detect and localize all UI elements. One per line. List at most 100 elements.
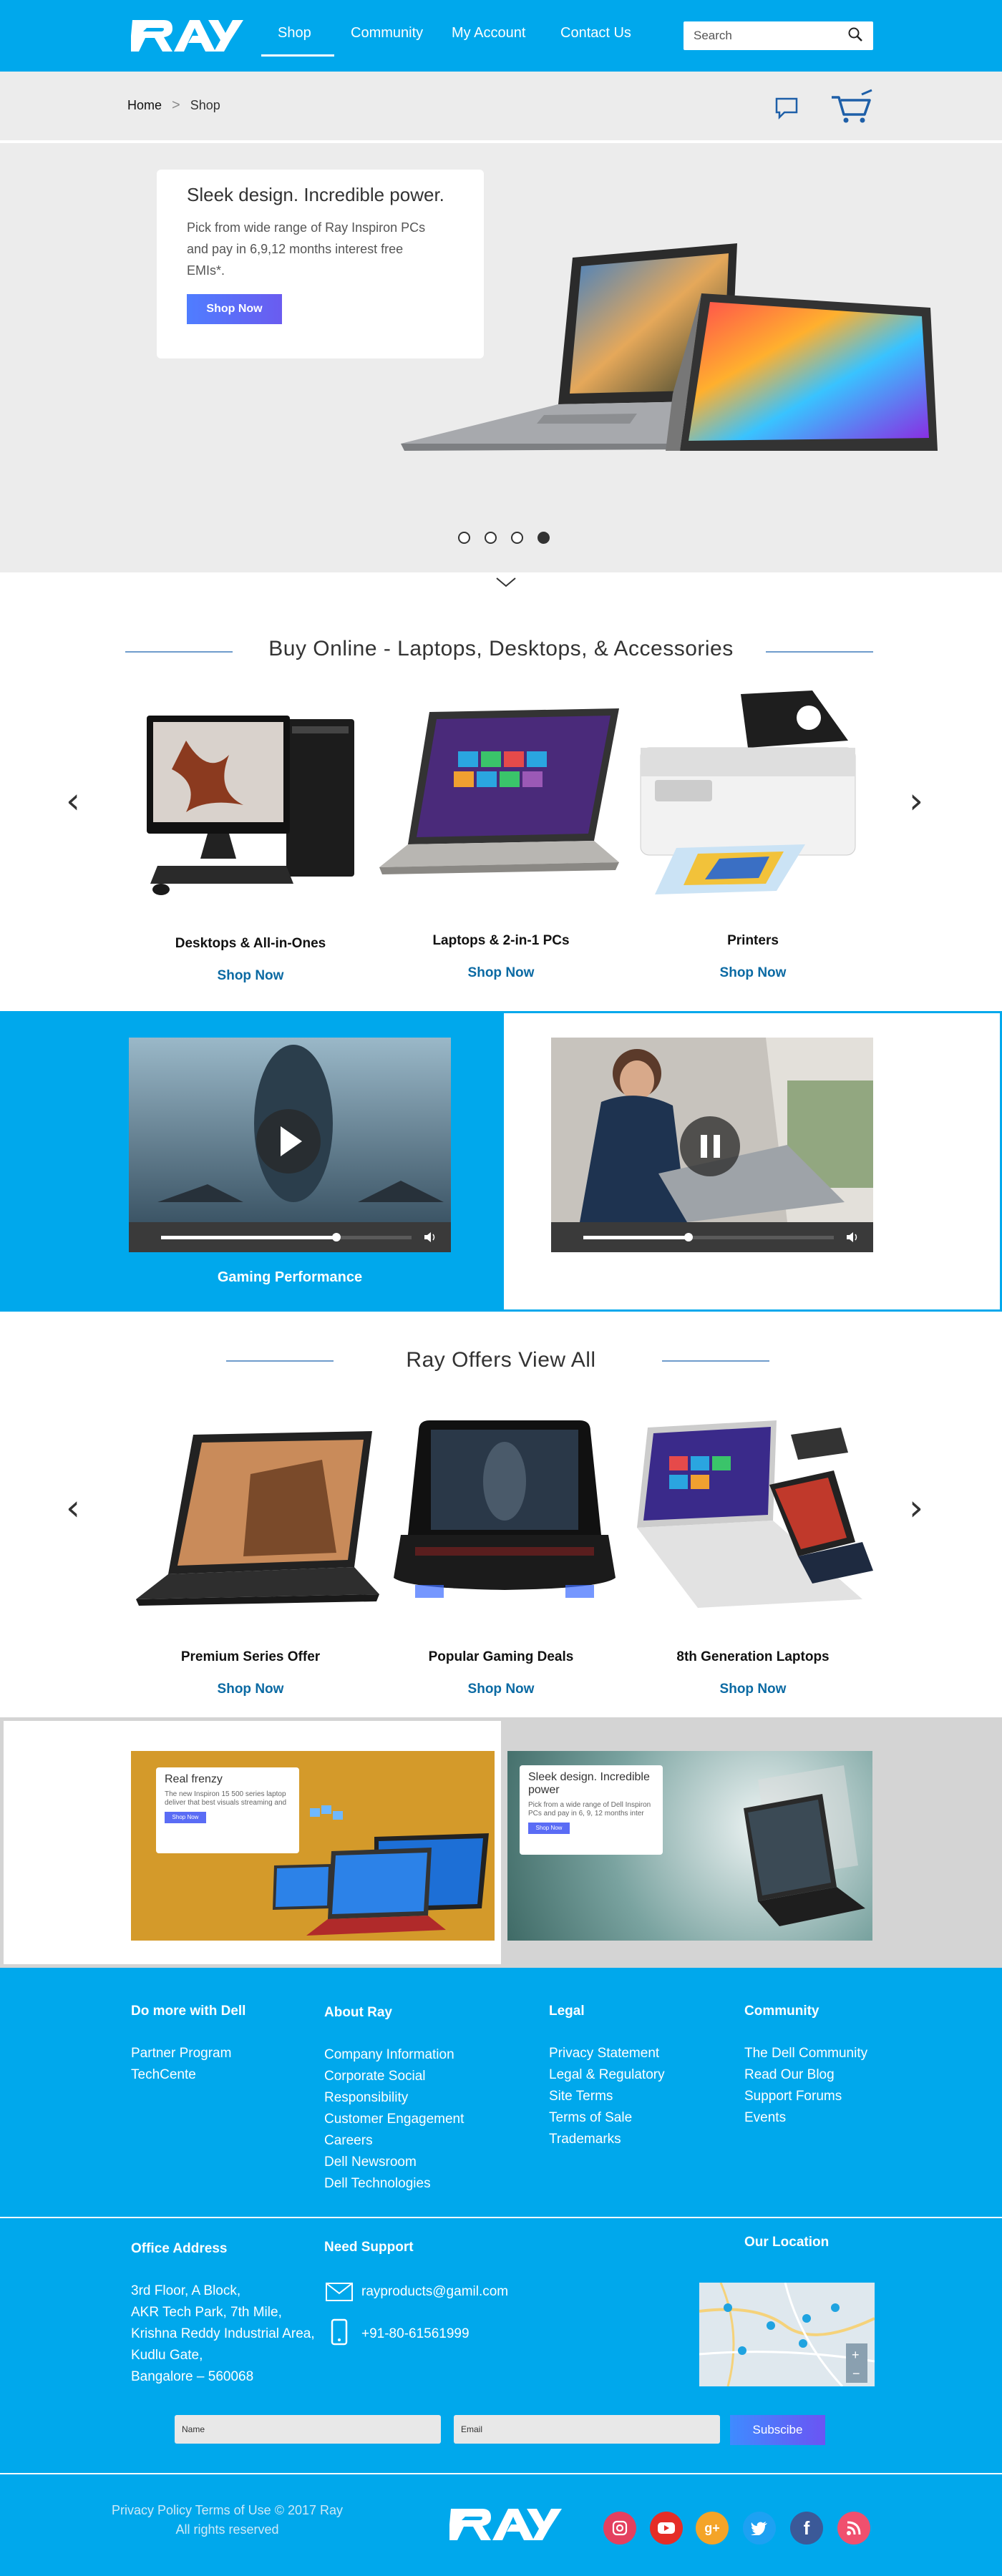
copyright: Privacy Policy Terms of Use © 2017 Ray A…: [107, 2501, 347, 2540]
promo-title: Real frenzy: [165, 1773, 223, 1785]
footer-link[interactable]: Support Forums: [744, 2086, 867, 2107]
product-shop-link[interactable]: Shop Now: [653, 965, 853, 981]
youtube-icon[interactable]: [650, 2512, 683, 2545]
breadcrumb-home[interactable]: Home: [127, 98, 162, 113]
offer-name: Premium Series Offer: [180, 1649, 321, 1664]
volume-icon[interactable]: [424, 1231, 437, 1246]
breadcrumb-current: Shop: [190, 98, 220, 112]
product-shop-link[interactable]: Shop Now: [150, 968, 351, 984]
footer-link[interactable]: Events: [744, 2107, 867, 2129]
footer-link[interactable]: Customer Engagement: [324, 2109, 464, 2130]
footer-links: Privacy Statement Legal & Regulatory Sit…: [549, 2043, 665, 2150]
footer-link[interactable]: Company Information: [324, 2044, 464, 2066]
nav-shop[interactable]: Shop: [278, 25, 311, 42]
chevron-left-icon[interactable]: ‹: [66, 780, 80, 821]
hero-shop-now-button[interactable]: Shop Now: [187, 294, 282, 324]
support-phone[interactable]: +91-80-61561999: [361, 2323, 470, 2345]
footer-heading: Community: [744, 2004, 819, 2019]
footer-link[interactable]: Legal & Regulatory: [549, 2064, 665, 2086]
footer-link[interactable]: Partner Program: [131, 2043, 231, 2064]
pause-icon[interactable]: [680, 1116, 740, 1176]
search-icon[interactable]: [847, 26, 863, 46]
product-name: Printers: [727, 933, 779, 948]
product-shop-link[interactable]: Shop Now: [401, 965, 601, 981]
promo-banner-real-frenzy[interactable]: Real frenzy The new Inspiron 15 500 seri…: [131, 1751, 495, 1941]
promo-banner-sleek-design[interactable]: Sleek design. Incredible power Pick from…: [507, 1751, 872, 1941]
name-input[interactable]: Name: [175, 2415, 441, 2444]
laptop-product-image: [379, 708, 623, 891]
cart-icon[interactable]: [830, 89, 875, 128]
footer-link[interactable]: Dell Newsroom: [324, 2152, 464, 2173]
phone-icon: [331, 2318, 348, 2349]
slide-dot-1[interactable]: [458, 532, 470, 544]
volume-icon[interactable]: [846, 1231, 859, 1246]
footer-link[interactable]: Dell Technologies: [324, 2173, 464, 2195]
play-icon[interactable]: [256, 1109, 321, 1174]
ray-logo[interactable]: [448, 2504, 564, 2548]
footer-link[interactable]: TechCente: [131, 2064, 231, 2086]
subscribe-button[interactable]: Subscibe: [730, 2415, 825, 2445]
svg-text:+: +: [852, 2348, 860, 2362]
nav-active-indicator: [261, 54, 334, 57]
video-progress-fill: [161, 1236, 336, 1239]
offer-shop-link[interactable]: Shop Now: [653, 1682, 853, 1697]
premium-laptop-image: [136, 1431, 379, 1614]
offer-shop-link[interactable]: Shop Now: [150, 1682, 351, 1697]
breadcrumb: Home > Shop: [127, 97, 220, 114]
google-plus-icon[interactable]: g+: [696, 2512, 729, 2545]
slide-dot-4[interactable]: [538, 532, 550, 544]
search-input[interactable]: Search: [684, 21, 873, 50]
video-progress-fill: [583, 1236, 689, 1239]
footer-link[interactable]: Careers: [324, 2130, 464, 2152]
footer-link[interactable]: Responsibility: [324, 2087, 464, 2109]
facebook-icon[interactable]: f: [790, 2512, 823, 2545]
slide-dot-3[interactable]: [511, 532, 523, 544]
gaming-laptop-image: [386, 1417, 623, 1614]
our-location-heading: Our Location: [744, 2235, 830, 2250]
promo-shop-now-button[interactable]: Shop Now: [528, 1823, 570, 1834]
chevron-down-icon[interactable]: [495, 577, 517, 592]
support-email[interactable]: rayproducts@gamil.com: [361, 2281, 508, 2303]
hero-laptops-image: [401, 236, 945, 469]
twitter-icon[interactable]: [743, 2512, 776, 2545]
footer-link[interactable]: Trademarks: [549, 2129, 665, 2150]
footer-link[interactable]: Terms of Sale: [549, 2107, 665, 2129]
buy-online-title: Buy Online - Laptops, Desktops, & Access…: [268, 637, 734, 660]
offer-name: Popular Gaming Deals: [428, 1649, 574, 1664]
rss-icon[interactable]: [837, 2512, 870, 2545]
chevron-left-icon[interactable]: ‹: [66, 1487, 80, 1528]
footer-link[interactable]: Privacy Statement: [549, 2043, 665, 2064]
hero-title: Sleek design. Incredible power.: [187, 184, 444, 205]
footer-heading: Legal: [549, 2004, 585, 2019]
instagram-icon[interactable]: [603, 2512, 636, 2545]
video-controls: [129, 1222, 451, 1252]
email-input[interactable]: Email: [454, 2415, 720, 2444]
gaming-video-player[interactable]: [129, 1038, 451, 1252]
video-progress-handle[interactable]: [332, 1233, 341, 1241]
nav-my-account[interactable]: My Account: [452, 25, 525, 42]
copyright-line: All rights reserved: [175, 2522, 279, 2537]
ray-logo[interactable]: [130, 16, 245, 59]
laptop-video-player[interactable]: [551, 1038, 873, 1252]
video-controls: [551, 1222, 873, 1252]
chevron-right-icon[interactable]: ›: [909, 780, 923, 821]
chevron-right-icon[interactable]: ›: [909, 1487, 923, 1528]
promo-shop-now-button[interactable]: Shop Now: [165, 1812, 206, 1823]
footer-heading: About Ray: [324, 2005, 392, 2020]
offer-shop-link[interactable]: Shop Now: [401, 1682, 601, 1697]
promo-card: Sleek design. Incredible power Pick from…: [520, 1765, 663, 1855]
slide-dot-2[interactable]: [485, 532, 497, 544]
chat-icon[interactable]: [774, 97, 799, 123]
video-progress-handle[interactable]: [684, 1233, 693, 1241]
footer-link[interactable]: Corporate Social: [324, 2066, 464, 2087]
nav-community[interactable]: Community: [351, 25, 423, 42]
location-map[interactable]: + −: [699, 2283, 875, 2386]
printer-product-image: [633, 691, 877, 902]
product-name: Laptops & 2-in-1 PCs: [432, 933, 570, 948]
footer-divider: [0, 2473, 1002, 2474]
footer-link[interactable]: Read Our Blog: [744, 2064, 867, 2086]
footer-link[interactable]: The Dell Community: [744, 2043, 867, 2064]
nav-contact-us[interactable]: Contact Us: [560, 25, 631, 42]
desktop-product-image: [143, 712, 358, 902]
footer-link[interactable]: Site Terms: [549, 2086, 665, 2107]
